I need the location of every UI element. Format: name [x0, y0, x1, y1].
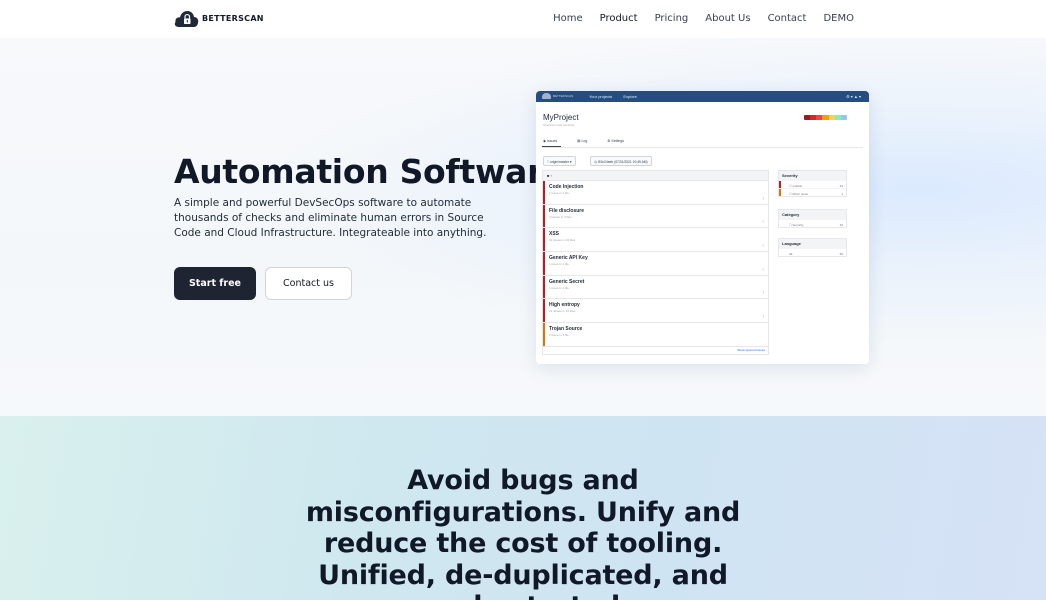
preview-tab-log: ▤ Log — [577, 139, 588, 143]
hero-title: Automation Software — [174, 152, 566, 191]
nav-link-about-us[interactable]: About Us — [705, 13, 750, 24]
nav-link-demo[interactable]: DEMO — [823, 13, 854, 24]
issue-summary: 22 issues in 10 files. — [549, 309, 577, 314]
severity-bar-segment — [840, 115, 847, 120]
preview-brand: BETTERSCAN — [553, 94, 574, 98]
download-icon: ⤓ — [762, 266, 764, 271]
download-icon: ⤓ — [762, 290, 764, 295]
preview-issue-list: ■ › Code Injection 1 issue in 1 file. ⤓ Fil… — [542, 170, 769, 355]
issue-title: High entropy — [549, 302, 580, 309]
preview-category-filter: Category ☐ Security 33 — [778, 209, 847, 228]
preview-topright-menu: ⚙ ▾ ▲ ▾ — [846, 93, 861, 99]
severity-indicator — [543, 228, 545, 252]
preview-show-ignored-link: Show ignored issues — [737, 348, 765, 352]
preview-tab-active-underline — [542, 146, 561, 147]
preview-nav-explore: Explore — [623, 93, 637, 99]
preview-category-heading: Category — [779, 210, 846, 219]
download-icon: ⤓ — [762, 219, 764, 224]
issue-title: Generic API Key — [549, 255, 588, 262]
preview-filter-row: All 56 — [779, 248, 846, 256]
preview-issue-row: Trojan Source 1 issue in 1 file. — [543, 323, 768, 347]
issue-summary: 4 issues in 3 files. — [549, 214, 573, 219]
preview-project-subtitle: Check for new commits — [543, 123, 575, 127]
severity-indicator — [543, 252, 545, 275]
app-preview-screenshot: BETTERSCAN Your projects Explore ⚙ ▾ ▲ ▾… — [536, 91, 869, 364]
preview-issue-row: File disclosure 4 issues in 3 files. ⤓ — [543, 204, 768, 229]
issue-title: File disclosure — [549, 207, 585, 214]
issue-summary: 1 issue in 1 file. — [549, 285, 570, 290]
issue-title: Code Injection — [549, 184, 584, 190]
issue-summary: 1 issue in 1 file. — [549, 191, 570, 195]
preview-commit-select: ◷ f19c24eeb (07/31/2021 10:49 AM) — [590, 156, 652, 166]
preview-issue-row: XSS 19 issues in 10 files. ⤓ — [543, 228, 768, 253]
download-icon: ⤓ — [762, 195, 764, 200]
nav-link-product[interactable]: Product — [600, 13, 638, 24]
preview-issue-row: Code Injection 1 issue in 1 file. ⤓ — [543, 181, 768, 205]
severity-indicator — [543, 299, 545, 323]
top-navbar: BETTERSCAN Home Product Pricing About Us… — [0, 0, 1046, 38]
hero-section: Automation Software A simple and powerfu… — [0, 38, 1046, 416]
nav-link-contact[interactable]: Contact — [768, 13, 807, 24]
preview-tab-settings: ⚙ Settings — [607, 139, 625, 143]
contact-us-button[interactable]: Contact us — [265, 267, 352, 300]
preview-tab-divider — [542, 147, 863, 148]
brand-name: BETTERSCAN — [202, 14, 264, 23]
preview-severity-heading: Severity — [779, 171, 846, 180]
preview-issue-row: High entropy 22 issues in 10 files. ⤓ — [543, 299, 768, 324]
preview-project-title: MyProject — [543, 113, 579, 122]
preview-topnav: Your projects Explore — [589, 94, 647, 99]
issue-title: Generic Secret — [549, 278, 585, 285]
brand-logo[interactable]: BETTERSCAN — [174, 9, 264, 28]
preview-issue-row: Generic Secret 1 issue in 1 file. ⤓ — [543, 275, 768, 300]
preview-list-header: ■ › — [543, 171, 768, 181]
severity-indicator — [543, 323, 545, 346]
preview-nav-your-projects: Your projects — [589, 93, 613, 99]
download-icon: ⤓ — [762, 314, 764, 319]
issue-summary: 1 issue in 1 file. — [549, 262, 570, 267]
preview-language-heading: Language — [779, 239, 846, 248]
preview-cloud-icon — [542, 93, 551, 99]
issue-summary: 1 issue in 1 file. — [549, 333, 570, 338]
preview-language-filter: Language All 56 — [778, 238, 847, 257]
preview-filter-row: ☐ Security 33 — [779, 219, 846, 227]
nav-link-pricing[interactable]: Pricing — [655, 13, 689, 24]
preview-tabs: ◉ Issues ▤ Log ⚙ Settings — [543, 139, 644, 143]
issue-summary: 19 issues in 10 files. — [549, 238, 577, 243]
issue-title: XSS — [549, 231, 560, 238]
nav-links: Home Product Pricing About Us Contact DE… — [536, 13, 854, 24]
preview-filter-row: ☐ Minor Issue 1 — [779, 188, 846, 196]
preview-filter-row: ☐ Critical 33 — [779, 180, 846, 188]
download-icon: ⤓ — [762, 243, 764, 248]
severity-indicator — [543, 204, 545, 228]
issue-title: Trojan Source — [549, 326, 583, 333]
hero-description: A simple and powerful DevSecOps software… — [174, 197, 487, 239]
severity-indicator — [543, 275, 545, 299]
preview-severity-filter: Severity ☐ Critical 33 ☐ Minor Issue 1 — [778, 170, 847, 197]
features-section: Avoid bugs and misconfigurations. Unify … — [0, 416, 1046, 600]
severity-indicator — [543, 181, 545, 204]
preview-severity-bar — [804, 115, 847, 120]
preview-branch-select: ᛉ origin/master ▾ — [543, 156, 576, 166]
start-free-button[interactable]: Start free — [174, 267, 256, 300]
preview-tab-issues: ◉ Issues — [543, 139, 558, 143]
nav-link-home[interactable]: Home — [553, 13, 583, 24]
preview-issue-row: Generic API Key 1 issue in 1 file. ⤓ — [543, 252, 768, 276]
cloud-lock-icon — [174, 9, 199, 28]
preview-topbar: BETTERSCAN Your projects Explore ⚙ ▾ ▲ ▾ — [536, 91, 869, 102]
features-headline: Avoid bugs and misconfigurations. Unify … — [305, 465, 741, 600]
